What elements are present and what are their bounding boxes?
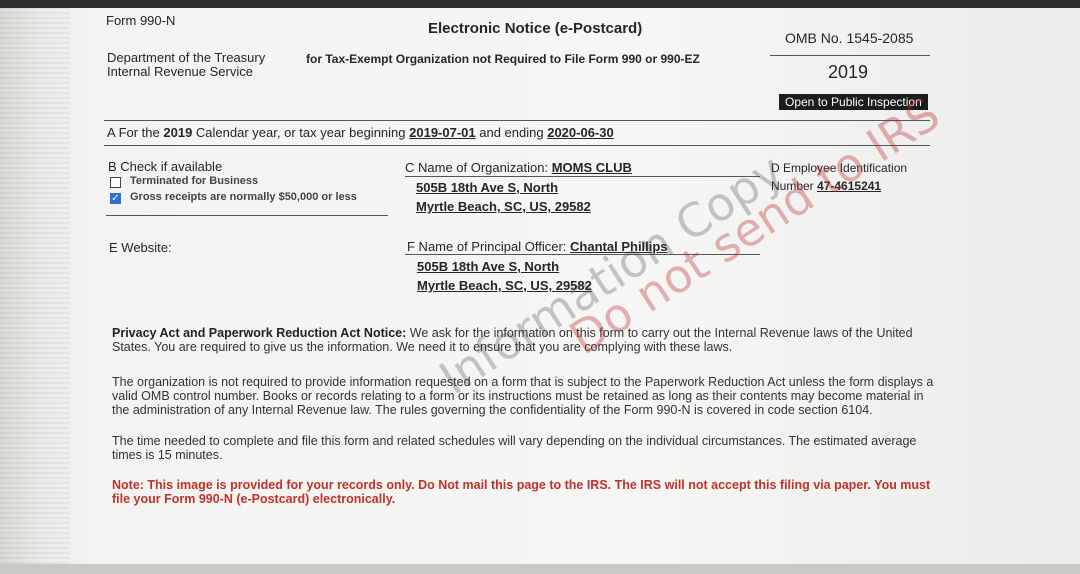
website-label: E Website:	[109, 240, 172, 255]
section-a-year: 2019	[163, 125, 193, 140]
ein-number-label: Number	[771, 179, 814, 193]
org-name: MOMS CLUB	[551, 160, 632, 175]
ein-label: D Employee Identification	[771, 161, 908, 175]
divider	[770, 55, 930, 56]
section-a-and: and ending	[479, 125, 544, 140]
section-c: C Name of Organization: MOMS CLUB	[405, 160, 632, 175]
bottom-edge	[0, 564, 1080, 574]
form-page: Form 990-N Electronic Notice (e-Postcard…	[0, 0, 1080, 574]
dept-line2: Internal Revenue Service	[107, 64, 253, 79]
divider	[405, 176, 760, 177]
section-a-text: Calendar year, or tax year beginning	[195, 125, 406, 140]
form-subtitle: for Tax-Exempt Organization not Required…	[306, 52, 700, 66]
section-a-prefix: A For the	[107, 125, 160, 140]
top-edge	[0, 0, 1080, 8]
form-title: Electronic Notice (e-Postcard)	[428, 20, 643, 37]
section-f: F Name of Principal Officer: Chantal Phi…	[407, 239, 668, 254]
terminated-label: Terminated for Business	[130, 175, 259, 187]
officer-address-line1: 505B 18th Ave S, North	[417, 259, 560, 274]
privacy-heading: Privacy Act and Paperwork Reduction Act …	[112, 326, 407, 340]
officer-label: F Name of Principal Officer:	[407, 239, 567, 254]
section-a: A For the 2019 Calendar year, or tax yea…	[107, 125, 614, 140]
form-id: Form 990-N	[106, 13, 176, 28]
gross-receipts-checkbox[interactable]: ✓	[110, 193, 121, 204]
tax-year: 2019	[828, 62, 869, 82]
divider	[106, 215, 388, 216]
tax-year-end: 2020-06-30	[547, 125, 614, 140]
divider	[104, 120, 930, 121]
paperwork-notice: The organization is not required to prov…	[112, 375, 934, 417]
paper-edge	[0, 0, 70, 574]
mailing-note: Note: This image is provided for your re…	[112, 478, 931, 506]
divider	[405, 254, 760, 255]
ein-value: 47-4615241	[817, 179, 882, 193]
terminated-checkbox[interactable]	[110, 177, 121, 188]
org-address-line2: Myrtle Beach, SC, US, 29582	[416, 199, 591, 214]
org-address-line1: 505B 18th Ave S, North	[416, 180, 559, 195]
watermark-do-not-send: Do not send to IRS	[560, 86, 950, 366]
tax-year-begin: 2019-07-01	[409, 125, 476, 140]
org-name-label: C Name of Organization:	[405, 160, 549, 175]
public-inspection-badge: Open to Public Inspection	[779, 94, 928, 110]
ein: Number 47-4615241	[771, 179, 881, 193]
officer-name: Chantal Phillips	[570, 239, 668, 254]
dept-line1: Department of the Treasury	[107, 50, 266, 65]
divider	[104, 145, 930, 146]
gross-receipts-label: Gross receipts are normally $50,000 or l…	[130, 191, 357, 203]
privacy-notice: Privacy Act and Paperwork Reduction Act …	[112, 326, 942, 354]
omb-number: OMB No. 1545-2085	[785, 30, 914, 46]
section-b-label: B Check if available	[108, 159, 223, 174]
officer-address-line2: Myrtle Beach, SC, US, 29582	[417, 278, 592, 293]
time-estimate: The time needed to complete and file thi…	[112, 434, 917, 462]
